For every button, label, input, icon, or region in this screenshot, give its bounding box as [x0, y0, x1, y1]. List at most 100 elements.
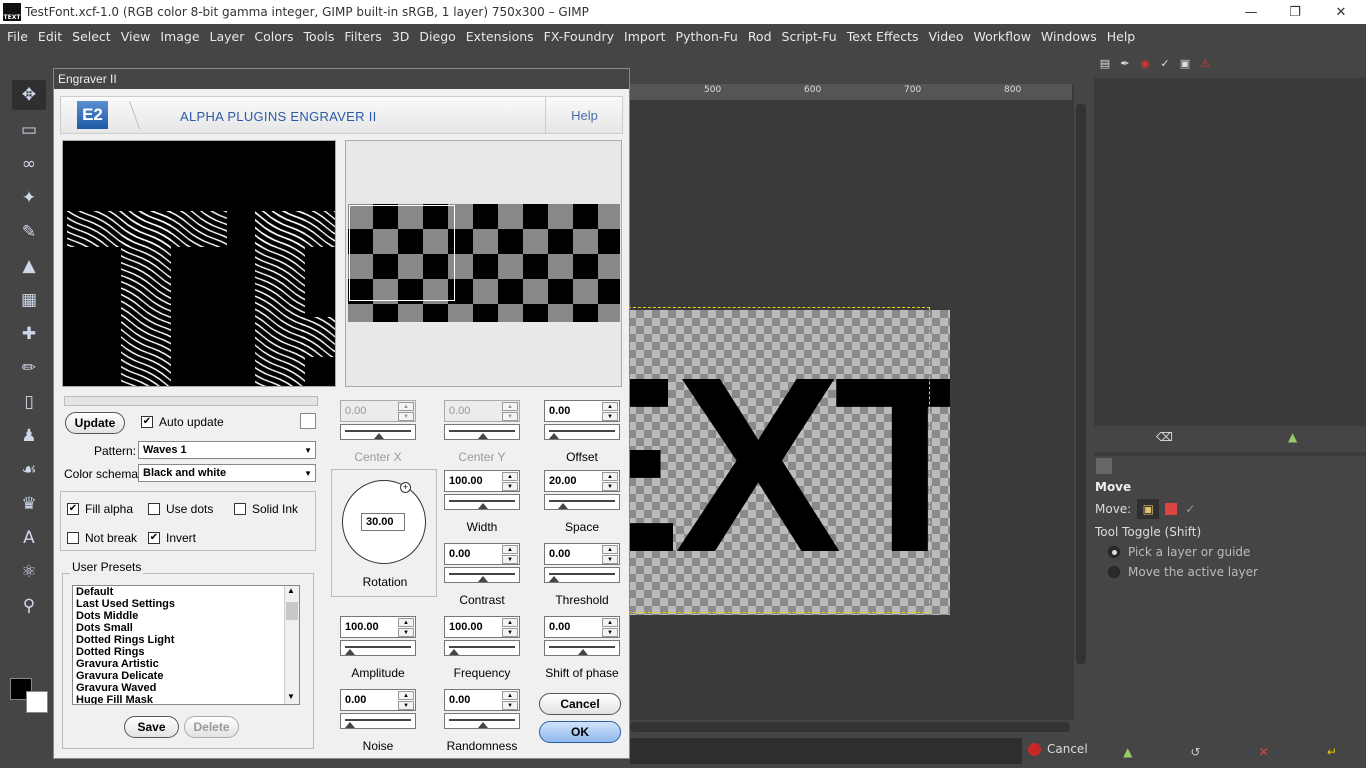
color-schema-select[interactable]: Black and white ▼ [138, 464, 316, 482]
move-tool-icon[interactable]: ✥ [12, 80, 46, 110]
spin-down-icon[interactable]: ▼ [602, 482, 618, 491]
spin-down-icon[interactable]: ▼ [502, 412, 518, 421]
save-options-icon[interactable]: ▲ [1123, 745, 1132, 759]
randomness-control[interactable]: 0.00 ▲ ▼ Randomness [444, 689, 520, 753]
menu-tools[interactable]: Tools [299, 29, 340, 44]
use-dots-checkbox[interactable]: Use dots [148, 502, 213, 516]
slider-thumb[interactable] [478, 722, 488, 728]
slider-thumb[interactable] [478, 503, 488, 509]
offset-value[interactable]: 0.00 [549, 405, 570, 417]
menu-3d[interactable]: 3D [387, 29, 415, 44]
layers-tab-icon[interactable]: ▤ [1096, 54, 1114, 72]
move-selection-mode-icon[interactable] [1165, 503, 1178, 515]
delete-layer-icon[interactable]: ⌫ [1156, 430, 1173, 444]
preview-full[interactable] [345, 140, 622, 387]
frequency-control[interactable]: 100.00 ▲ ▼ Frequency [444, 616, 520, 680]
brushes-tab-icon[interactable]: ✒ [1116, 54, 1134, 72]
delete-preset-button[interactable]: Delete [184, 716, 239, 738]
width-control[interactable]: 100.00 ▲ ▼ Width [444, 470, 520, 534]
slider-thumb[interactable] [557, 503, 568, 509]
slider-thumb[interactable] [478, 576, 488, 582]
cancel-status-button[interactable]: Cancel [1028, 742, 1088, 756]
menu-file[interactable]: File [2, 29, 33, 44]
paths-tool-icon[interactable]: ✎ [12, 217, 46, 247]
chevron-up-icon[interactable]: ▲ [287, 586, 295, 595]
not-break-checkbox[interactable]: Not break [67, 531, 137, 545]
bucket-fill-tool-icon[interactable]: ▲ [12, 251, 46, 281]
preview-viewport-frame[interactable] [349, 205, 455, 301]
space-value[interactable]: 20.00 [549, 475, 577, 487]
spin-up-icon[interactable]: ▲ [502, 402, 518, 411]
list-item[interactable]: Dots Middle [73, 610, 299, 622]
menu-fx-foundry[interactable]: FX-Foundry [539, 29, 619, 44]
pattern-select[interactable]: Waves 1 ▼ [138, 441, 316, 459]
menu-select[interactable]: Select [67, 29, 116, 44]
slider-thumb[interactable] [345, 722, 355, 728]
preview-toggle-icon[interactable] [300, 413, 316, 429]
spin-up-icon[interactable]: ▲ [502, 472, 518, 481]
preview-zoomed[interactable] [62, 140, 336, 387]
spin-down-icon[interactable]: ▼ [602, 628, 618, 637]
list-item[interactable]: Gravura Waved [73, 682, 299, 694]
width-value[interactable]: 100.00 [449, 475, 483, 487]
center-x-value[interactable]: 0.00 [345, 405, 366, 417]
pattern-tool-icon[interactable]: ▦ [12, 285, 46, 315]
menu-help[interactable]: Help [1102, 29, 1141, 44]
center-y-value[interactable]: 0.00 [449, 405, 470, 417]
text-tool-icon[interactable]: A [12, 523, 46, 553]
paintbrush-tool-icon[interactable]: ✏ [12, 353, 46, 383]
menu-import[interactable]: Import [619, 29, 671, 44]
heal-tool-icon[interactable]: ✚ [12, 319, 46, 349]
menu-text-effects[interactable]: Text Effects [842, 29, 924, 44]
spin-down-icon[interactable]: ▼ [502, 701, 518, 710]
list-item[interactable]: Last Used Settings [73, 598, 299, 610]
randomness-value[interactable]: 0.00 [449, 694, 470, 706]
path-tool-icon[interactable]: ♛ [12, 489, 46, 519]
list-item[interactable]: Dots Small [73, 622, 299, 634]
close-icon[interactable]: ✕ [1318, 0, 1364, 24]
solid-ink-checkbox[interactable]: Solid Ink [234, 502, 298, 516]
shift-of-phase-value[interactable]: 0.00 [549, 621, 570, 633]
scroll-thumb[interactable] [286, 602, 298, 620]
menu-colors[interactable]: Colors [249, 29, 298, 44]
menu-edit[interactable]: Edit [33, 29, 67, 44]
menu-layer[interactable]: Layer [205, 29, 250, 44]
spin-up-icon[interactable]: ▲ [398, 402, 414, 411]
restore-icon[interactable]: ❐ [1272, 0, 1318, 24]
radio-move-active-layer[interactable]: Move the active layer [1094, 562, 1366, 582]
slider-thumb[interactable] [478, 433, 488, 439]
auto-update-checkbox[interactable]: ✔ Auto update [141, 415, 224, 429]
list-item[interactable]: Dotted Rings [73, 646, 299, 658]
contrast-value[interactable]: 0.00 [449, 548, 470, 560]
restore-options-icon[interactable]: ↺ [1190, 745, 1200, 759]
slider-thumb[interactable] [374, 433, 384, 439]
noise-control[interactable]: 0.00 ▲ ▼ Noise [340, 689, 416, 753]
shift-of-phase-control[interactable]: 0.00 ▲ ▼ Shift of phase [544, 616, 620, 680]
slider-thumb[interactable] [549, 433, 559, 439]
menu-python-fu[interactable]: Python-Fu [671, 29, 743, 44]
spin-up-icon[interactable]: ▲ [602, 618, 618, 627]
menu-workflow[interactable]: Workflow [969, 29, 1036, 44]
menu-filters[interactable]: Filters [339, 29, 386, 44]
amplitude-value[interactable]: 100.00 [345, 621, 379, 633]
tool-options-tab-icon[interactable] [1096, 458, 1112, 474]
menu-diego[interactable]: Diego [414, 29, 460, 44]
noise-value[interactable]: 0.00 [345, 694, 366, 706]
spin-up-icon[interactable]: ▲ [502, 691, 518, 700]
amplitude-control[interactable]: 100.00 ▲ ▼ Amplitude [340, 616, 416, 680]
menu-script-fu[interactable]: Script-Fu [777, 29, 842, 44]
invert-checkbox[interactable]: ✔ Invert [148, 531, 196, 545]
fonts-tab-icon[interactable]: ▣ [1176, 54, 1194, 72]
move-path-mode-icon[interactable]: ✓ [1185, 502, 1195, 516]
ok-button[interactable]: OK [539, 721, 621, 743]
fuzzy-select-tool-icon[interactable]: ✦ [12, 183, 46, 213]
minimize-icon[interactable]: — [1228, 0, 1274, 24]
zoom-tool-icon[interactable]: ⚲ [12, 591, 46, 621]
slider-thumb[interactable] [345, 649, 355, 655]
rotation-dial[interactable]: + 30.00 [342, 480, 426, 564]
spin-up-icon[interactable]: ▲ [602, 472, 618, 481]
threshold-control[interactable]: 0.00 ▲ ▼ Threshold [544, 543, 620, 607]
spin-down-icon[interactable]: ▼ [602, 412, 618, 421]
background-color-swatch[interactable] [26, 691, 48, 713]
list-item[interactable]: Gravura Artistic [73, 658, 299, 670]
